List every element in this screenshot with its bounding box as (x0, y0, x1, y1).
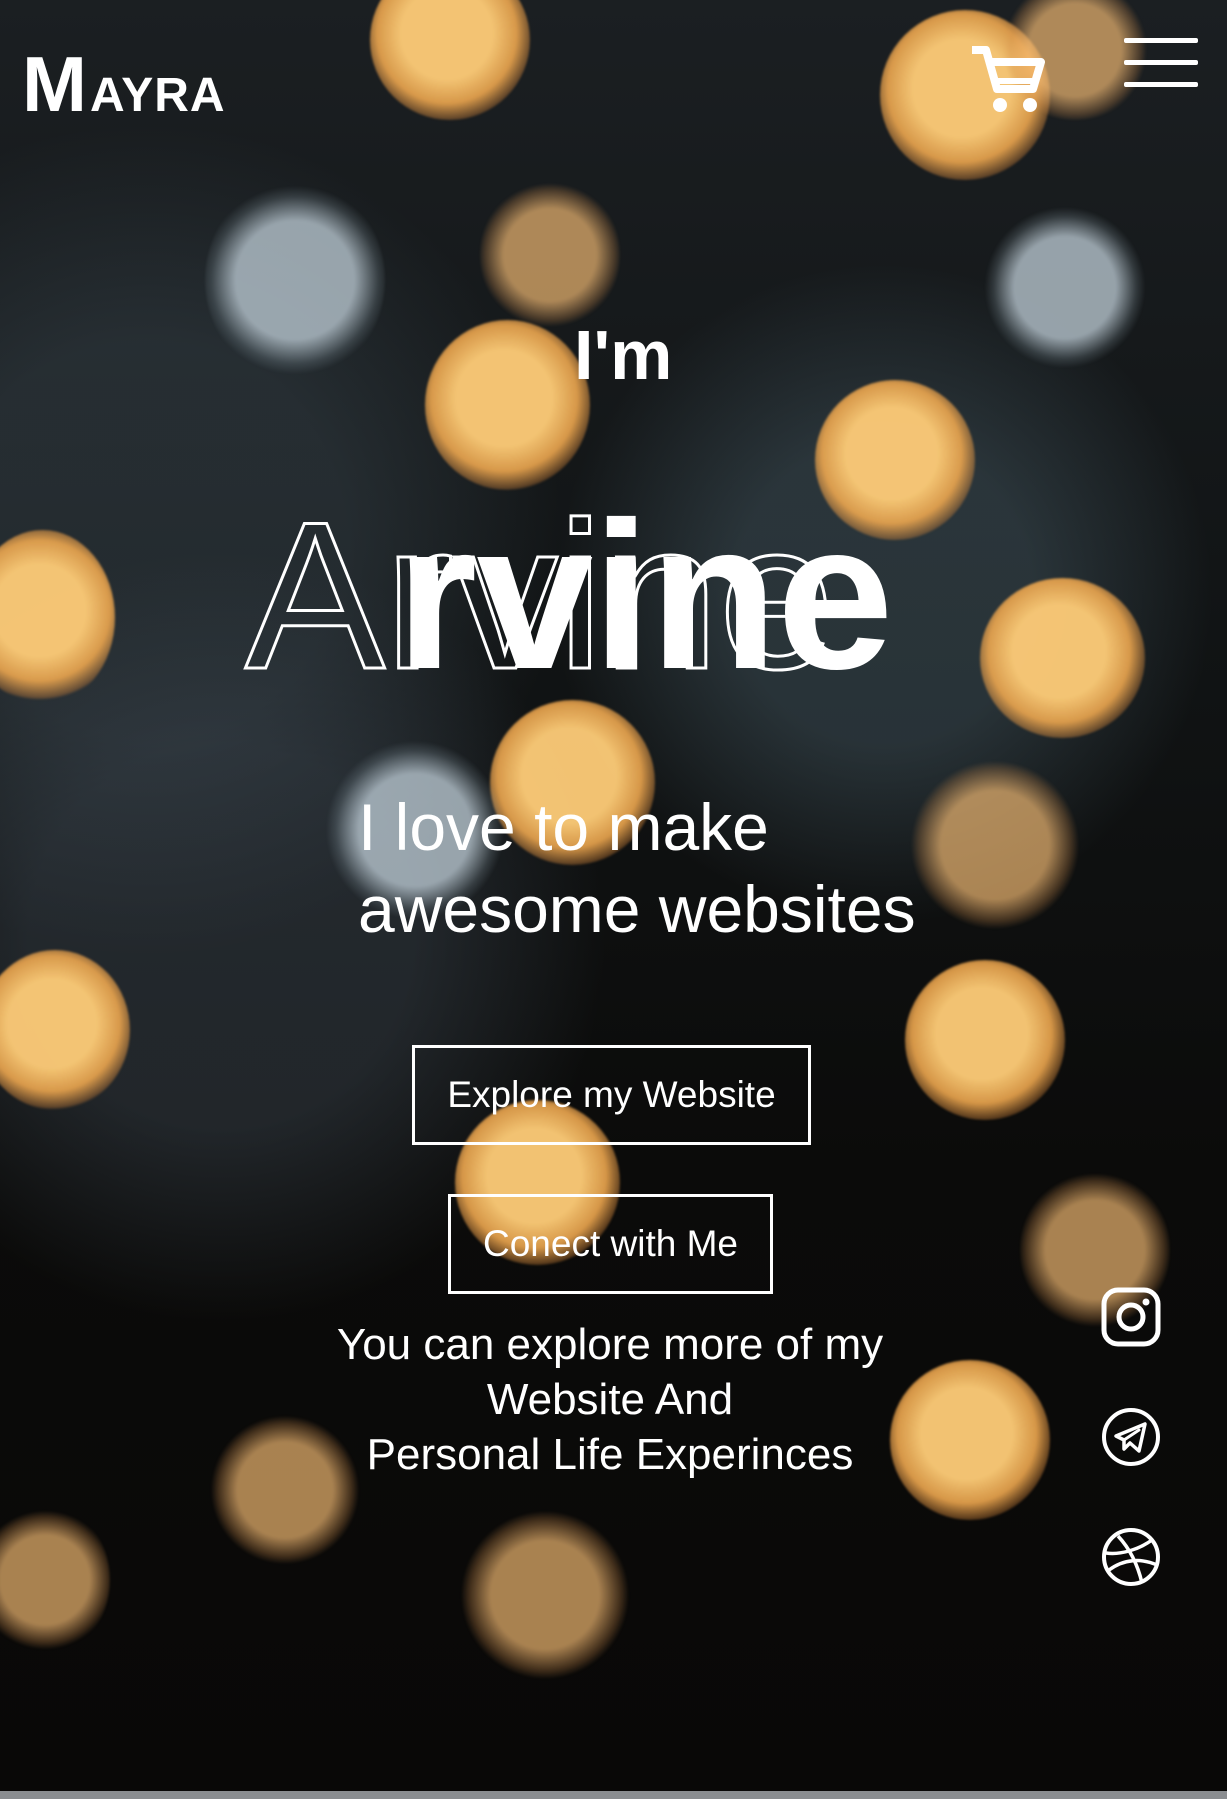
explore-website-button[interactable]: Explore my Website (412, 1045, 811, 1145)
background-bokeh-light (905, 960, 1065, 1120)
description-line-2: Website And (486, 1375, 734, 1424)
description-text: You can explore more of my Website And P… (280, 1317, 940, 1482)
telegram-icon[interactable] (1100, 1406, 1162, 1468)
background-bokeh-light (0, 950, 130, 1110)
background-bokeh-light (985, 205, 1145, 370)
hero-tagline-line-2: awesome websites (358, 872, 916, 946)
hamburger-menu-icon[interactable] (1124, 38, 1198, 94)
menu-line (1124, 38, 1198, 43)
menu-line (1124, 82, 1198, 87)
background-bokeh-light (480, 180, 620, 330)
background-bokeh-light (370, 0, 530, 120)
hero-tagline-line-1: I love to make (358, 790, 769, 864)
instagram-icon[interactable] (1100, 1286, 1162, 1348)
brand-logo[interactable]: M AYRA (22, 40, 226, 128)
hero-tagline: I love to make awesome websites (358, 786, 1038, 950)
description-line-1: You can explore more of my (336, 1320, 884, 1369)
bottom-scroll-strip (0, 1791, 1227, 1799)
hero-name: Arvine Arvine (244, 477, 894, 715)
background-bokeh-light (0, 530, 115, 705)
landing-page: M AYRA I'm Arvine Arvine I love to make … (0, 0, 1227, 1799)
brand-logo-initial: M (22, 40, 88, 128)
background-bokeh-light (980, 578, 1145, 738)
background-bokeh-light (425, 320, 590, 490)
description-line-3: Personal Life Experinces (366, 1430, 854, 1479)
background-bokeh-light (0, 1505, 110, 1655)
connect-button[interactable]: Conect with Me (448, 1194, 773, 1294)
background-bokeh-light (460, 1510, 630, 1680)
dribbble-icon[interactable] (1100, 1526, 1162, 1588)
shopping-cart-icon[interactable] (968, 38, 1046, 116)
hero-intro: I'm (574, 316, 673, 394)
background-bokeh-light (205, 180, 385, 380)
menu-line (1124, 60, 1198, 65)
brand-logo-text: AYRA (89, 69, 226, 122)
